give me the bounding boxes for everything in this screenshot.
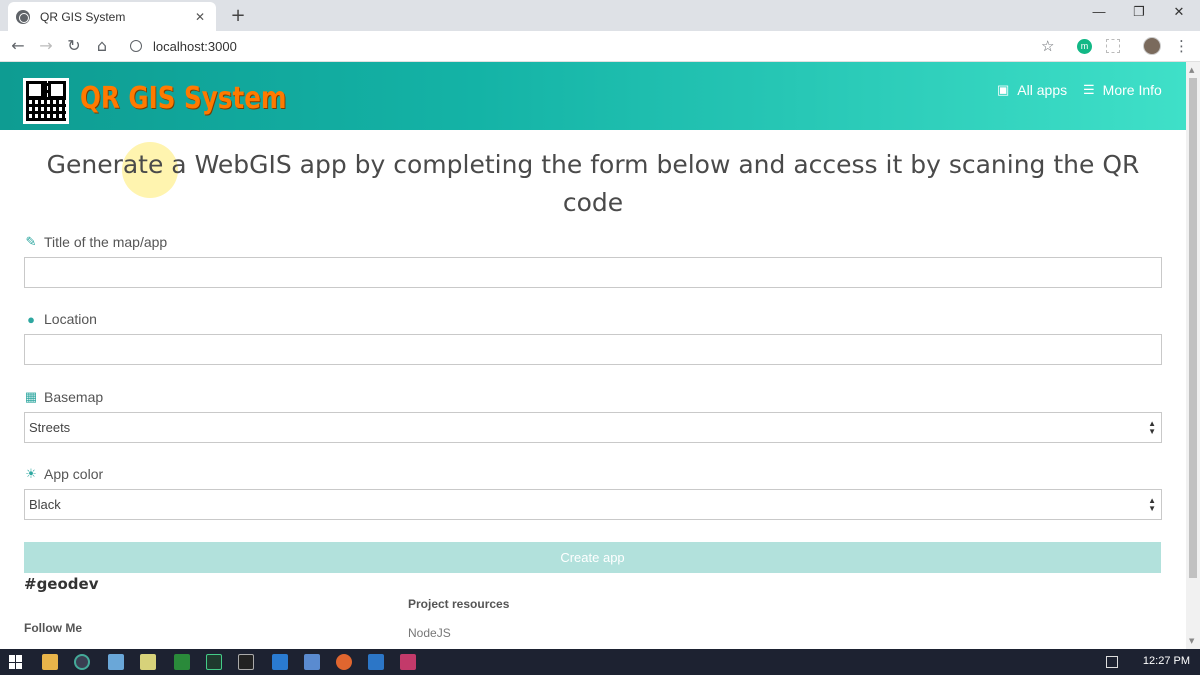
app-icon-4[interactable]	[400, 654, 416, 670]
tab-title: QR GIS System	[40, 9, 126, 24]
title-label: ✎ Title of the map/app	[24, 234, 168, 250]
app-color-label: ☀ App color	[24, 466, 103, 482]
browser-tab-strip: QR GIS System ✕ + — ❐ ✕	[0, 0, 1200, 31]
title-input[interactable]	[24, 257, 1162, 288]
scroll-down-icon[interactable]: ▼	[1189, 637, 1194, 645]
extension-icon[interactable]	[1106, 39, 1120, 53]
location-input[interactable]	[24, 334, 1162, 365]
follow-me-heading: Follow Me	[24, 621, 82, 635]
page-heading: Generate a WebGIS app by completing the …	[46, 150, 1140, 217]
select-arrows-icon: ▲ ▼	[1148, 419, 1156, 436]
title-label-text: Title of the map/app	[44, 234, 168, 250]
extension-m-icon[interactable]: m	[1077, 39, 1092, 54]
scroll-up-icon[interactable]: ▲	[1189, 66, 1194, 74]
home-icon[interactable]: ⌂	[92, 36, 112, 56]
basemap-label: ▦ Basemap	[24, 389, 103, 405]
maximize-button[interactable]: ❐	[1127, 4, 1151, 20]
notes-icon[interactable]	[140, 654, 156, 670]
menu-icon: ☰	[1083, 82, 1095, 97]
back-arrow-icon[interactable]: ←	[8, 36, 28, 56]
bookmark-star-icon[interactable]: ☆	[1041, 37, 1054, 55]
apps-icon: ▣	[997, 82, 1010, 97]
vscode-icon[interactable]	[272, 654, 288, 670]
basemap-value: Streets	[29, 420, 71, 435]
sun-icon: ☀	[25, 466, 37, 481]
page-scrollbar[interactable]: ▲ ▼	[1186, 62, 1200, 649]
project-resources-heading: Project resources	[408, 597, 510, 611]
browser-tab[interactable]: QR GIS System ✕	[8, 2, 216, 31]
forward-arrow-icon[interactable]: →	[36, 36, 56, 56]
notification-icon[interactable]	[1106, 656, 1118, 668]
select-arrows-icon: ▲ ▼	[1148, 496, 1156, 513]
os-taskbar: 12:27 PM	[0, 649, 1200, 675]
browser-toolbar: ← → ↻ ⌂ localhost:3000 ☆ m ⋮	[0, 31, 1200, 62]
nav-all-apps[interactable]: ▣ All apps	[997, 82, 1067, 98]
nav-more-info[interactable]: ☰ More Info	[1083, 82, 1162, 98]
profile-avatar[interactable]	[1143, 37, 1161, 55]
app-icon[interactable]	[108, 654, 124, 670]
footer-hashtag: #geodev	[24, 575, 99, 593]
map-pin-icon: ●	[27, 311, 35, 327]
new-tab-button[interactable]: +	[228, 5, 248, 26]
grid-icon: ▦	[24, 389, 38, 404]
windows-start-icon[interactable]	[9, 655, 23, 669]
scrollbar-thumb[interactable]	[1189, 78, 1197, 578]
pencil-icon: ✎	[25, 234, 37, 249]
app-color-value: Black	[29, 497, 61, 512]
taskbar-clock[interactable]: 12:27 PM	[1143, 655, 1190, 667]
app-color-label-text: App color	[44, 466, 104, 482]
brand-title[interactable]: QR GIS System	[80, 81, 287, 116]
terminal-icon[interactable]	[238, 654, 254, 670]
info-icon[interactable]	[130, 40, 142, 52]
nav-all-apps-label: All apps	[1017, 82, 1068, 98]
tab-close-icon[interactable]: ✕	[192, 10, 208, 24]
excel-icon[interactable]	[174, 654, 190, 670]
app-color-select[interactable]: Black ▲ ▼	[24, 489, 1162, 520]
basemap-select[interactable]: Streets ▲ ▼	[24, 412, 1162, 443]
basemap-label-text: Basemap	[44, 389, 104, 405]
file-explorer-icon[interactable]	[42, 654, 58, 670]
nav-more-info-label: More Info	[1102, 82, 1162, 98]
pycharm-icon[interactable]	[206, 654, 222, 670]
save-app-icon[interactable]	[304, 654, 320, 670]
chrome-icon[interactable]	[74, 654, 90, 670]
minimize-button[interactable]: —	[1087, 4, 1111, 19]
resource-link-nodejs[interactable]: NodeJS	[408, 626, 451, 640]
menu-kebab-icon[interactable]: ⋮	[1174, 37, 1189, 55]
qr-code-logo-icon[interactable]	[23, 78, 69, 124]
address-bar[interactable]: localhost:3000	[120, 35, 1065, 59]
app-icon-3[interactable]	[368, 654, 384, 670]
location-label-text: Location	[44, 311, 97, 327]
globe-icon	[16, 9, 30, 24]
close-window-button[interactable]: ✕	[1167, 4, 1191, 20]
reload-icon[interactable]: ↻	[64, 36, 84, 56]
location-label: ● Location	[24, 311, 97, 327]
create-app-button[interactable]: Create app	[24, 542, 1161, 573]
app-header: QR GIS System ▣ All apps ☰ More Info	[0, 62, 1186, 130]
app-icon-2[interactable]	[336, 654, 352, 670]
url-text[interactable]: localhost:3000	[153, 39, 237, 54]
